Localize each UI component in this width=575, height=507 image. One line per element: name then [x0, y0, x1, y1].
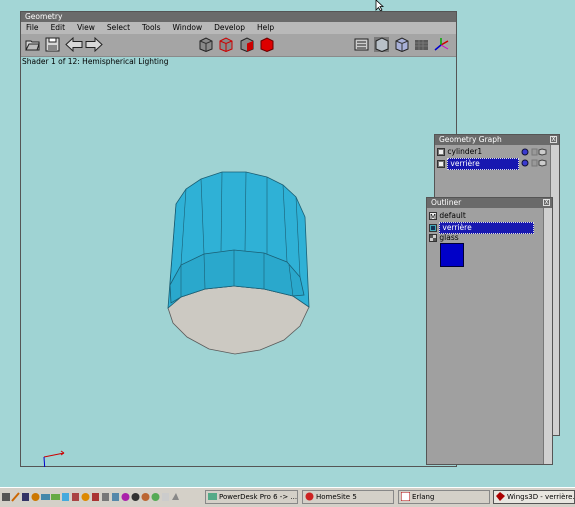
quicklaunch-icon[interactable]	[2, 492, 11, 502]
outliner-titlebar[interactable]: Outliner X	[427, 198, 552, 208]
taskbar-label: PowerDesk Pro 6 -> ...	[219, 493, 298, 501]
outliner-list: M default verrière glass	[427, 208, 543, 464]
object-icon	[437, 160, 445, 168]
outliner-title: Outliner	[431, 198, 462, 207]
menu-tools[interactable]: Tools	[142, 22, 160, 34]
svg-text:M: M	[430, 213, 436, 220]
erlang-icon	[401, 492, 410, 501]
quicklaunch-icon[interactable]	[161, 492, 170, 502]
quicklaunch-icon[interactable]	[101, 492, 110, 502]
select-vertex-icon[interactable]	[198, 37, 213, 52]
smooth-shaded-icon[interactable]	[374, 37, 389, 52]
graph-item-verriere: verrière	[447, 158, 520, 170]
wings3d-icon	[496, 492, 505, 501]
quicklaunch-icon[interactable]	[21, 492, 30, 502]
taskbar-label: HomeSite 5	[316, 493, 357, 501]
geometry-window: Geometry File Edit View Select Tools Window De…	[20, 11, 457, 467]
taskbar-label: Wings3D - verrière.wi...	[507, 493, 575, 501]
geometry-graph-title: Geometry Graph	[439, 135, 502, 144]
list-item[interactable]: glass	[429, 233, 459, 243]
taskbar: PowerDesk Pro 6 -> ... HomeSite 5 Erlang…	[0, 487, 575, 507]
select-body-icon[interactable]	[259, 37, 274, 52]
homesite-icon	[305, 492, 314, 501]
material-icon	[429, 224, 437, 232]
taskbar-label: Erlang	[412, 493, 435, 501]
quicklaunch-icon[interactable]	[61, 492, 70, 502]
open-folder-icon[interactable]	[25, 37, 40, 52]
select-face-icon[interactable]	[239, 37, 254, 52]
list-item[interactable]: cylinder1	[437, 147, 482, 157]
list-item[interactable]: M default	[429, 211, 466, 221]
list-item[interactable]: verrière	[437, 158, 520, 170]
quicklaunch-icon[interactable]	[121, 492, 130, 502]
menu-view[interactable]: View	[77, 22, 95, 34]
3d-viewport[interactable]	[21, 67, 456, 467]
axes-toggle-icon[interactable]	[434, 37, 449, 52]
quicklaunch-icon[interactable]	[111, 492, 120, 502]
ortho-view-icon[interactable]	[394, 37, 409, 52]
undo-arrow-icon[interactable]	[65, 37, 83, 52]
quicklaunch-icon[interactable]	[171, 492, 180, 502]
menu-help[interactable]: Help	[257, 22, 274, 34]
object-icon	[437, 148, 445, 156]
ground-grid-icon[interactable]	[414, 37, 429, 52]
geometry-window-title: Geometry	[25, 12, 63, 21]
menu-select[interactable]: Select	[107, 22, 130, 34]
geometry-graph-close-button[interactable]: X	[550, 136, 557, 143]
material-icon	[429, 234, 437, 242]
taskbar-button-erlang[interactable]: Erlang	[398, 490, 490, 504]
outliner-item-glass: glass	[439, 233, 459, 242]
quicklaunch-icon[interactable]	[131, 492, 140, 502]
visibility-lock-icons	[521, 148, 547, 167]
taskbar-button-wings3d[interactable]: Wings3D - verrière.wi...	[493, 490, 575, 504]
material-icon: M	[429, 212, 437, 221]
select-edge-icon[interactable]	[218, 37, 233, 52]
outliner-close-button[interactable]: X	[543, 199, 550, 206]
menu-file[interactable]: File	[26, 22, 39, 34]
quicklaunch-icon[interactable]	[71, 492, 80, 502]
quicklaunch-icon[interactable]	[11, 492, 20, 502]
quicklaunch-icon[interactable]	[41, 492, 50, 502]
menu-edit[interactable]: Edit	[51, 22, 66, 34]
quicklaunch-icon[interactable]	[31, 492, 40, 502]
outliner-scrollbar[interactable]	[543, 208, 552, 464]
geometry-graph-titlebar[interactable]: Geometry Graph X	[435, 135, 559, 145]
taskbar-button-homesite[interactable]: HomeSite 5	[302, 490, 394, 504]
powerdesk-icon	[208, 493, 217, 500]
cylinder-model	[43, 171, 310, 467]
axis-indicator	[43, 450, 65, 467]
quicklaunch-icon[interactable]	[141, 492, 150, 502]
wireframe-toggle-icon[interactable]	[354, 37, 369, 52]
quicklaunch-icon[interactable]	[81, 492, 90, 502]
list-item[interactable]: verrière	[429, 222, 535, 234]
menu-bar: File Edit View Select Tools Window Develop Help	[21, 22, 456, 34]
save-icon[interactable]	[45, 37, 60, 52]
graph-item-cylinder1: cylinder1	[447, 147, 483, 156]
toolbar	[21, 34, 456, 57]
redo-arrow-icon[interactable]	[85, 37, 103, 52]
menu-window[interactable]: Window	[173, 22, 203, 34]
material-preview-swatch	[440, 243, 464, 267]
quicklaunch-icon[interactable]	[91, 492, 100, 502]
quicklaunch-icon[interactable]	[151, 492, 160, 502]
outliner-item-default: default	[439, 211, 466, 220]
taskbar-button-powerdesk[interactable]: PowerDesk Pro 6 -> ...	[205, 490, 298, 504]
menu-develop[interactable]: Develop	[214, 22, 245, 34]
geometry-window-titlebar[interactable]: Geometry	[21, 12, 456, 22]
shader-status-text: Shader 1 of 12: Hemispherical Lighting	[22, 57, 169, 66]
quicklaunch-icon[interactable]	[51, 492, 60, 502]
outliner-window: Outliner X M default verrière glass	[426, 197, 553, 465]
